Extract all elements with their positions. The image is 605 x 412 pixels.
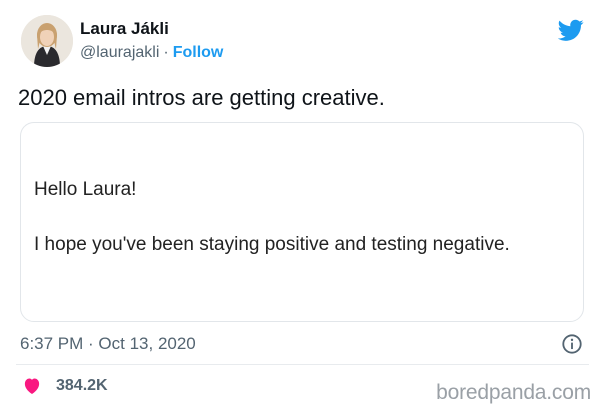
twitter-bird-icon[interactable] bbox=[558, 17, 584, 43]
follow-button[interactable]: Follow bbox=[173, 44, 224, 61]
like-count: 384.2K bbox=[56, 377, 108, 394]
email-card: Hello Laura! I hope you've been staying … bbox=[20, 122, 584, 322]
info-icon[interactable] bbox=[561, 333, 583, 355]
handle-line: @laurajakli · Follow bbox=[80, 42, 223, 64]
avatar[interactable] bbox=[21, 15, 73, 67]
author-info: Laura Jákli @laurajakli · Follow bbox=[80, 18, 223, 64]
user-name[interactable]: Laura Jákli bbox=[80, 18, 223, 40]
email-body: I hope you've been staying positive and … bbox=[34, 234, 510, 255]
user-handle[interactable]: @laurajakli bbox=[80, 44, 159, 61]
divider bbox=[16, 364, 589, 365]
email-greeting: Hello Laura! bbox=[34, 179, 137, 200]
separator: · bbox=[163, 44, 169, 61]
tweet-header: Laura Jákli @laurajakli · Follow bbox=[16, 14, 589, 70]
avatar-image bbox=[21, 15, 73, 67]
tweet-text: 2020 email intros are getting creative. bbox=[18, 85, 385, 110]
heart-icon[interactable] bbox=[22, 376, 42, 396]
like-action[interactable]: 384.2K bbox=[22, 374, 108, 398]
watermark: boredpanda.com bbox=[436, 381, 591, 404]
tweet-timestamp[interactable]: 6:37 PM · Oct 13, 2020 bbox=[20, 333, 196, 355]
